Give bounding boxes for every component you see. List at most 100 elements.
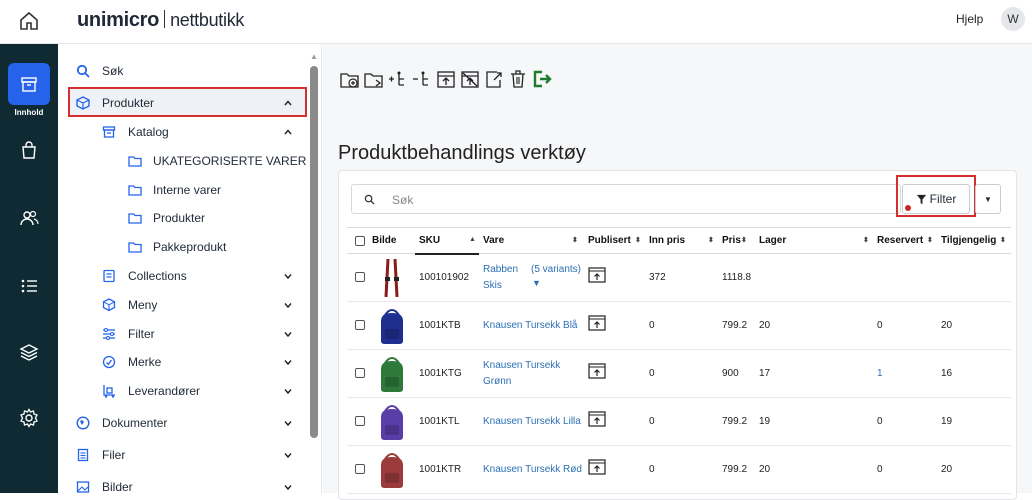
cell-vare-line1[interactable]: Knausen Tursekk Blå [483,320,578,331]
col-header-vare[interactable]: Vare [483,235,504,246]
table-row[interactable]: 1001KTR Knausen Tursekk Rød ▼ 0 799.2 20… [347,446,1011,494]
filter-dropdown-button[interactable]: ▼ [975,184,1001,214]
sidebar-item-filter[interactable]: Filter [58,322,308,346]
sidebar-item-filer[interactable]: Filer [58,443,308,467]
sidebar-item-katalog-1[interactable]: Interne varer [58,178,308,202]
publish-status-icon[interactable] [588,362,606,383]
cube-icon [76,96,90,110]
globe-icon [76,416,90,430]
col-header-publisert[interactable]: Publisert [588,235,631,246]
publish-status-icon[interactable] [588,266,606,287]
sidebar-item-produkter[interactable]: Produkter [58,90,308,114]
col-header-sku[interactable]: SKU [419,235,440,246]
badge-icon [102,355,116,369]
sort-icon[interactable]: ⬍ [1000,236,1006,244]
cell-pris: 1118.8 [722,272,752,283]
chevron-down-icon[interactable] [283,450,293,460]
chevron-down-icon[interactable] [283,329,293,339]
users-icon[interactable] [19,208,39,228]
sidebar-item-leverandorer[interactable]: Leverandører [58,379,308,403]
home-icon[interactable] [17,9,41,33]
filter-active-dot [905,205,911,211]
row-checkbox[interactable] [355,368,365,378]
sidebar-item-katalog-0[interactable]: UKATEGORISERTE VARER [58,149,308,173]
sidebar-item-search[interactable]: Søk [58,59,308,83]
cell-vare-line2[interactable]: Grønn [483,376,511,387]
sort-icon[interactable]: ⬍ [635,236,641,244]
table-row[interactable]: 1001KTL Knausen Tursekk Lilla ▼ 0 799.2 … [347,398,1011,446]
move-folder-icon[interactable] [364,68,384,90]
row-checkbox[interactable] [355,272,365,282]
cell-vare-line1[interactable]: Knausen Tursekk Lilla [483,416,581,427]
chevron-down-icon[interactable] [283,386,293,396]
trash-icon[interactable] [508,68,528,90]
sidebar-item-katalog-2[interactable]: Produkter [58,206,308,230]
search-input[interactable]: Søk [351,184,901,214]
avatar[interactable]: W [1001,7,1025,31]
table-row[interactable]: 1001KTG Knausen Tursekk Grønn ▼ 0 900 17… [347,350,1011,398]
chevron-down-icon[interactable] [283,482,293,492]
chevron-up-icon[interactable] [283,127,293,137]
layers-icon[interactable] [19,342,39,362]
add-folder-icon[interactable] [340,68,360,90]
cell-vare-line1[interactable]: Rabben [483,264,518,275]
publish-status-icon[interactable] [588,314,606,335]
add-node-icon[interactable] [388,68,408,90]
cell-vare-line1[interactable]: Knausen Tursekk [483,360,560,371]
variants-expand-icon[interactable]: ▼ [532,278,541,288]
col-header-tilgjengelig[interactable]: Tilgjengelig [941,235,996,246]
chevron-down-icon[interactable] [283,357,293,367]
bag-icon[interactable] [19,140,39,160]
col-header-reservert[interactable]: Reservert [877,235,923,246]
chevron-down-icon[interactable] [283,418,293,428]
funnel-icon [916,194,926,204]
sidebar-item-merke[interactable]: Merke [58,350,308,374]
sidebar-item-dokumenter[interactable]: Dokumenter [58,411,308,435]
publish-status-icon[interactable] [588,458,606,479]
col-header-inn-pris[interactable]: Inn pris [649,235,685,246]
row-checkbox[interactable] [355,464,365,474]
export-icon[interactable] [484,68,504,90]
sidebar-scrollbar[interactable] [310,66,318,438]
sort-icon[interactable]: ⬍ [927,236,933,244]
select-all-checkbox[interactable] [355,236,365,246]
publish-status-icon[interactable] [588,410,606,431]
col-header-lager[interactable]: Lager [759,235,786,246]
scroll-up-arrow[interactable]: ▲ [310,52,318,61]
filter-button[interactable]: Filter [902,184,970,214]
sort-icon[interactable]: ⬍ [572,236,578,244]
table-row[interactable]: 100101902 Rabben Skis (5 variants) ▼ 372… [347,254,1011,302]
cell-vare-line1[interactable]: Knausen Tursekk Rød [483,464,582,475]
chevron-down-icon[interactable] [283,300,293,310]
list-icon[interactable] [19,276,39,296]
rail-item-innhold[interactable] [8,63,50,105]
chevron-down-icon[interactable] [283,271,293,281]
remove-node-icon[interactable] [412,68,432,90]
cell-vare-line2[interactable]: Skis [483,280,502,291]
sort-icon[interactable]: ⬍ [863,236,869,244]
sort-icon[interactable]: ⬍ [741,236,747,244]
sidebar-item-collections[interactable]: Collections [58,264,308,288]
row-checkbox[interactable] [355,320,365,330]
cell-lager: 20 [759,320,771,331]
col-header-pris[interactable]: Pris [722,235,741,246]
sort-asc-icon[interactable]: ▲ [469,236,476,243]
cell-reservert: 0 [877,416,883,427]
unpublish-icon[interactable] [460,68,480,90]
chevron-up-icon[interactable] [283,98,293,108]
image-icon [76,481,90,493]
sidebar-item-bilder[interactable]: Bilder [58,475,308,499]
publish-icon[interactable] [436,68,456,90]
sidebar-item-katalog-3[interactable]: Pakkeprodukt [58,235,308,259]
table-row[interactable]: 1001KTB Knausen Tursekk Blå ▼ 0 799.2 20… [347,302,1011,350]
col-header-bilde: Bilde [372,235,397,246]
sidebar-item-label: Filter [128,327,155,341]
sort-icon[interactable]: ⬍ [708,236,714,244]
gear-icon[interactable] [19,408,39,428]
row-checkbox[interactable] [355,416,365,426]
sidebar-item-katalog[interactable]: Katalog [58,120,308,144]
cell-variants[interactable]: (5 variants) [531,264,581,275]
exit-icon[interactable] [532,68,552,90]
help-link[interactable]: Hjelp [956,12,983,26]
sidebar-item-meny[interactable]: Meny [58,293,308,317]
